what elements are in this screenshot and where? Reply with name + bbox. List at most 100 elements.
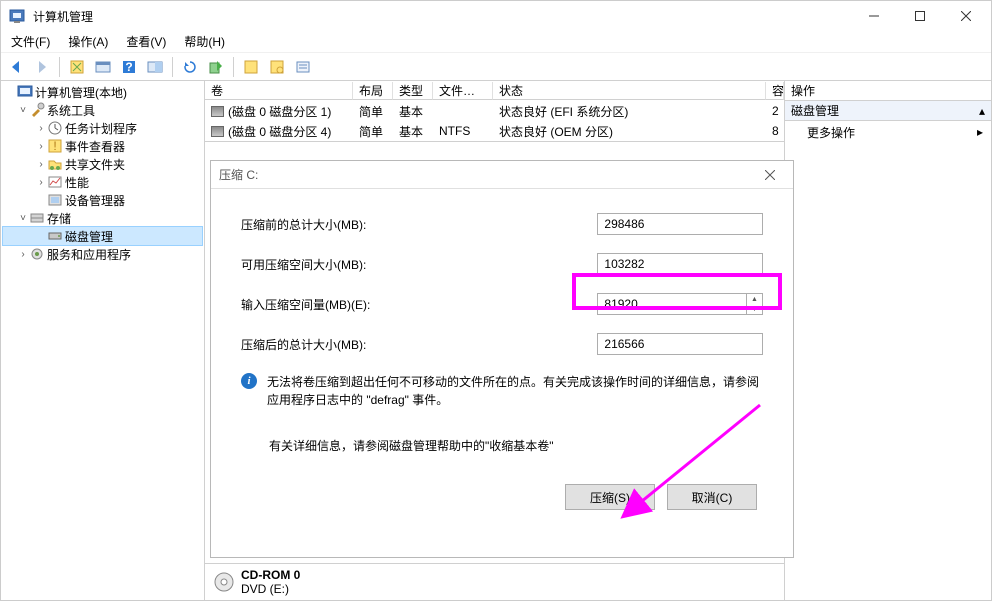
menu-action[interactable]: 操作(A) bbox=[64, 31, 112, 52]
disk-icon bbox=[47, 228, 63, 244]
toolbar: ? bbox=[1, 53, 991, 81]
minimize-button[interactable] bbox=[851, 1, 897, 31]
menu-help[interactable]: 帮助(H) bbox=[180, 31, 229, 52]
value-total-after: 216566 bbox=[604, 337, 644, 351]
tree-shared-folders[interactable]: › 共享文件夹 bbox=[3, 155, 202, 173]
disk-graphical-view[interactable]: CD-ROM 0 DVD (E:) bbox=[205, 564, 784, 600]
tool-icon-4[interactable] bbox=[205, 56, 227, 78]
menu-file[interactable]: 文件(F) bbox=[7, 31, 54, 52]
dialog-buttons: 压缩(S) 取消(C) bbox=[241, 484, 763, 510]
svg-text:!: ! bbox=[53, 139, 56, 153]
dialog-title: 压缩 C: bbox=[219, 166, 755, 183]
device-row[interactable]: CD-ROM 0 DVD (E:) bbox=[213, 568, 776, 596]
tree-device-manager[interactable]: 设备管理器 bbox=[3, 191, 202, 209]
tree-system-tools[interactable]: ˅ 系统工具 bbox=[3, 101, 202, 119]
expander-icon[interactable]: › bbox=[17, 249, 29, 260]
submenu-icon: ▸ bbox=[977, 125, 983, 139]
field-shrink-amount[interactable]: 81920 ▲▼ bbox=[597, 293, 763, 315]
dialog-help-text: 有关详细信息，请参阅磁盘管理帮助中的"收缩基本卷" bbox=[269, 437, 763, 454]
dialog-titlebar: 压缩 C: bbox=[211, 161, 793, 189]
back-button[interactable] bbox=[5, 56, 27, 78]
dialog-info: i 无法将卷压缩到超出任何不可移动的文件所在的点。有关完成该操作时间的详细信息，… bbox=[241, 373, 763, 409]
expander-icon[interactable]: › bbox=[35, 123, 47, 134]
tree-panel[interactable]: 计算机管理(本地) ˅ 系统工具 › 任务计划程序 › ! 事件查看器 › 共享… bbox=[1, 81, 205, 600]
col-filesystem[interactable]: 文件系统 bbox=[433, 82, 493, 100]
app-icon bbox=[9, 8, 25, 24]
col-volume[interactable]: 卷 bbox=[205, 82, 353, 100]
expander-icon[interactable]: › bbox=[35, 177, 47, 188]
col-capacity[interactable]: 容 bbox=[766, 82, 784, 100]
info-icon: i bbox=[241, 373, 257, 389]
col-type[interactable]: 类型 bbox=[393, 82, 433, 100]
tree-label: 性能 bbox=[65, 174, 89, 191]
actions-more-label: 更多操作 bbox=[807, 124, 855, 141]
tool-icon-3[interactable] bbox=[144, 56, 166, 78]
cell-type: 基本 bbox=[393, 123, 433, 140]
col-layout[interactable]: 布局 bbox=[353, 82, 393, 100]
tool-icon-6[interactable] bbox=[266, 56, 288, 78]
toolbar-separator bbox=[172, 57, 173, 77]
tree-disk-management[interactable]: 磁盘管理 bbox=[3, 227, 202, 245]
expander-icon[interactable]: ˅ bbox=[17, 213, 29, 224]
cell-state: 状态良好 (OEM 分区) bbox=[493, 123, 766, 140]
actions-section[interactable]: 磁盘管理 ▴ bbox=[785, 101, 991, 121]
value-available: 103282 bbox=[604, 257, 644, 271]
tool-icon-1[interactable] bbox=[66, 56, 88, 78]
volume-grid[interactable]: 卷 布局 类型 文件系统 状态 容 (磁盘 0 磁盘分区 1) 简单 基本 状态… bbox=[205, 81, 784, 142]
cell-vol: (磁盘 0 磁盘分区 4) bbox=[228, 123, 331, 140]
tree-root[interactable]: 计算机管理(本地) bbox=[3, 83, 202, 101]
spin-up-icon[interactable]: ▲ bbox=[747, 294, 762, 304]
label-total-before: 压缩前的总计大小(MB): bbox=[241, 216, 597, 233]
refresh-button[interactable] bbox=[179, 56, 201, 78]
col-state[interactable]: 状态 bbox=[493, 82, 766, 100]
svg-text:?: ? bbox=[125, 60, 132, 74]
cell-state: 状态良好 (EFI 系统分区) bbox=[493, 103, 766, 120]
tree-label: 计算机管理(本地) bbox=[35, 84, 127, 101]
device-icon bbox=[47, 192, 63, 208]
volume-icon bbox=[211, 126, 224, 137]
volume-icon bbox=[211, 106, 224, 117]
expander-icon[interactable]: ˅ bbox=[17, 105, 29, 116]
tree-label: 存储 bbox=[47, 210, 71, 227]
info-text: 无法将卷压缩到超出任何不可移动的文件所在的点。有关完成该操作时间的详细信息，请参… bbox=[267, 373, 763, 409]
tree-performance[interactable]: › 性能 bbox=[3, 173, 202, 191]
label-shrink-amount: 输入压缩空间量(MB)(E): bbox=[241, 296, 597, 313]
expander-icon[interactable]: › bbox=[35, 141, 47, 152]
tree-event-viewer[interactable]: › ! 事件查看器 bbox=[3, 137, 202, 155]
help-button[interactable]: ? bbox=[118, 56, 140, 78]
maximize-button[interactable] bbox=[897, 1, 943, 31]
tree-task-scheduler[interactable]: › 任务计划程序 bbox=[3, 119, 202, 137]
tool-icon-7[interactable] bbox=[292, 56, 314, 78]
tree-label: 任务计划程序 bbox=[65, 120, 137, 137]
forward-button[interactable] bbox=[31, 56, 53, 78]
menubar: 文件(F) 操作(A) 查看(V) 帮助(H) bbox=[1, 31, 991, 53]
grid-header[interactable]: 卷 布局 类型 文件系统 状态 容 bbox=[205, 81, 784, 101]
expander-icon[interactable]: › bbox=[35, 159, 47, 170]
field-total-after: 216566 bbox=[597, 333, 763, 355]
tree-services[interactable]: › 服务和应用程序 bbox=[3, 245, 202, 263]
tool-icon-2[interactable] bbox=[92, 56, 114, 78]
collapse-icon: ▴ bbox=[979, 104, 985, 118]
shrink-button[interactable]: 压缩(S) bbox=[565, 484, 655, 510]
actions-more[interactable]: 更多操作 ▸ bbox=[785, 121, 991, 143]
cancel-button[interactable]: 取消(C) bbox=[667, 484, 757, 510]
grid-row[interactable]: (磁盘 0 磁盘分区 4) 简单 基本 NTFS 状态良好 (OEM 分区) 8 bbox=[205, 121, 784, 141]
spinner-buttons[interactable]: ▲▼ bbox=[746, 294, 762, 314]
field-available: 103282 bbox=[597, 253, 763, 275]
shrink-dialog: 压缩 C: 压缩前的总计大小(MB): 298486 可用压缩空间大小(MB):… bbox=[210, 160, 794, 558]
close-button[interactable] bbox=[943, 1, 989, 31]
label-available: 可用压缩空间大小(MB): bbox=[241, 256, 597, 273]
tree-label: 共享文件夹 bbox=[65, 156, 125, 173]
actions-panel: 操作 磁盘管理 ▴ 更多操作 ▸ bbox=[785, 81, 991, 600]
dialog-close-button[interactable] bbox=[755, 164, 785, 186]
spin-down-icon[interactable]: ▼ bbox=[747, 304, 762, 314]
device-drive: DVD (E:) bbox=[241, 582, 300, 596]
tree-storage[interactable]: ˅ 存储 bbox=[3, 209, 202, 227]
cell-layout: 简单 bbox=[353, 123, 393, 140]
menu-view[interactable]: 查看(V) bbox=[122, 31, 170, 52]
tool-icon-5[interactable] bbox=[240, 56, 262, 78]
grid-row[interactable]: (磁盘 0 磁盘分区 1) 简单 基本 状态良好 (EFI 系统分区) 2 bbox=[205, 101, 784, 121]
clock-icon bbox=[47, 120, 63, 136]
cell-layout: 简单 bbox=[353, 103, 393, 120]
value-shrink-amount: 81920 bbox=[604, 297, 637, 311]
